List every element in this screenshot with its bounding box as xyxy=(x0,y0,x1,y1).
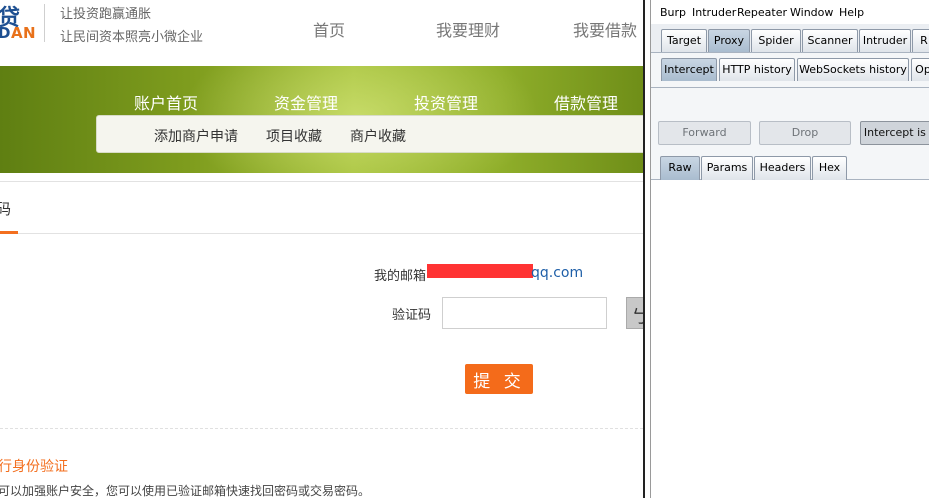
drop-button[interactable]: Drop xyxy=(759,121,851,145)
slogan-line-1: 让投资跑赢通胀 xyxy=(60,7,152,22)
captcha-image[interactable]: ㄅ xyxy=(626,297,643,329)
logo-text-dark: D xyxy=(0,24,11,42)
mainnav-funds[interactable]: 资金管理 xyxy=(274,90,338,114)
menu-repeater[interactable]: Repeater xyxy=(737,6,787,19)
dashed-divider xyxy=(0,428,643,429)
subnav-merchant-favorites[interactable]: 商户收藏 xyxy=(350,126,406,146)
tab-repeater-partial[interactable]: R xyxy=(912,29,929,52)
subnav-add-merchant[interactable]: 添加商户申请 xyxy=(154,126,238,146)
identity-verify-title: 行身份验证 xyxy=(0,459,68,475)
tab-intruder[interactable]: Intruder xyxy=(859,29,911,52)
subnav-project-favorites[interactable]: 项目收藏 xyxy=(266,126,322,146)
mainnav-account-home[interactable]: 账户首页 xyxy=(134,90,198,114)
menu-window[interactable]: Window xyxy=(790,6,833,19)
message-view-tabs: Raw Params Headers Hex xyxy=(651,152,929,180)
slogan-line-2: 让民间资本照亮小微企业 xyxy=(60,30,204,45)
active-tab-underline xyxy=(0,231,18,234)
intercept-controls: Forward Drop Intercept is o xyxy=(651,88,929,158)
menu-burp[interactable]: Burp xyxy=(660,6,686,19)
tab-options-partial[interactable]: Op xyxy=(911,58,929,81)
sub-nav-bar: 添加商户申请 项目收藏 商户收藏 xyxy=(96,115,643,153)
menu-intruder[interactable]: Intruder xyxy=(692,6,736,19)
forward-button[interactable]: Forward xyxy=(658,121,751,145)
tab-raw[interactable]: Raw xyxy=(660,156,700,180)
tab-intercept[interactable]: Intercept xyxy=(661,58,717,81)
window-splitter[interactable] xyxy=(643,0,651,498)
tab-headers[interactable]: Headers xyxy=(754,156,811,180)
tab-target[interactable]: Target xyxy=(661,29,707,52)
tab-http-history[interactable]: HTTP history xyxy=(719,58,795,81)
tab-proxy[interactable]: Proxy xyxy=(708,29,750,52)
topnav-borrow[interactable]: 我要借款 xyxy=(573,17,637,41)
captcha-glyph: ㄅ xyxy=(631,303,643,328)
tab-password-reset[interactable]: 码 xyxy=(0,198,11,219)
mainnav-loans[interactable]: 借款管理 xyxy=(554,90,618,114)
burp-menubar: Burp Intruder Repeater Window Help xyxy=(651,0,929,24)
tab-params[interactable]: Params xyxy=(701,156,753,180)
email-label: 我的邮箱 xyxy=(374,269,427,284)
identity-verify-description: 可以加强账户安全，您可以使用已验证邮箱快速找回密码或交易密码。 xyxy=(0,484,371,498)
tab-scanner[interactable]: Scanner xyxy=(802,29,858,52)
site-logo-text[interactable]: DAN xyxy=(0,24,36,42)
tab-divider xyxy=(18,233,643,234)
tab-hex[interactable]: Hex xyxy=(812,156,847,180)
topnav-home[interactable]: 首页 xyxy=(313,17,345,41)
logo-divider xyxy=(44,4,45,42)
menu-help[interactable]: Help xyxy=(839,6,864,19)
verification-code-input[interactable] xyxy=(442,297,607,329)
burp-window: Burp Intruder Repeater Window Help Targe… xyxy=(651,0,929,498)
web-page: 贷 DAN 让投资跑赢通胀 让民间资本照亮小微企业 首页 我要理财 我要借款 账… xyxy=(0,0,643,498)
topnav-invest[interactable]: 我要理财 xyxy=(436,17,500,41)
tab-spider[interactable]: Spider xyxy=(751,29,801,52)
burp-main-tabs: Target Proxy Spider Scanner Intruder R xyxy=(651,24,929,53)
proxy-subtabs: Intercept HTTP history WebSockets histor… xyxy=(651,53,929,88)
intercept-toggle-button[interactable]: Intercept is o xyxy=(860,121,929,145)
account-nav-banner: 账户首页 资金管理 投资管理 借款管理 添加商户申请 项目收藏 商户收藏 xyxy=(0,66,643,173)
verification-code-label: 验证码 xyxy=(392,308,432,323)
email-value-tail: qq.com xyxy=(531,265,584,281)
mainnav-investments[interactable]: 投资管理 xyxy=(414,90,478,114)
divider-line xyxy=(0,181,643,182)
logo-text-accent: AN xyxy=(10,24,37,42)
email-redaction xyxy=(427,264,533,278)
tab-websockets-history[interactable]: WebSockets history xyxy=(797,58,909,81)
submit-button[interactable]: 提 交 xyxy=(465,364,533,394)
request-editor[interactable] xyxy=(651,180,929,498)
